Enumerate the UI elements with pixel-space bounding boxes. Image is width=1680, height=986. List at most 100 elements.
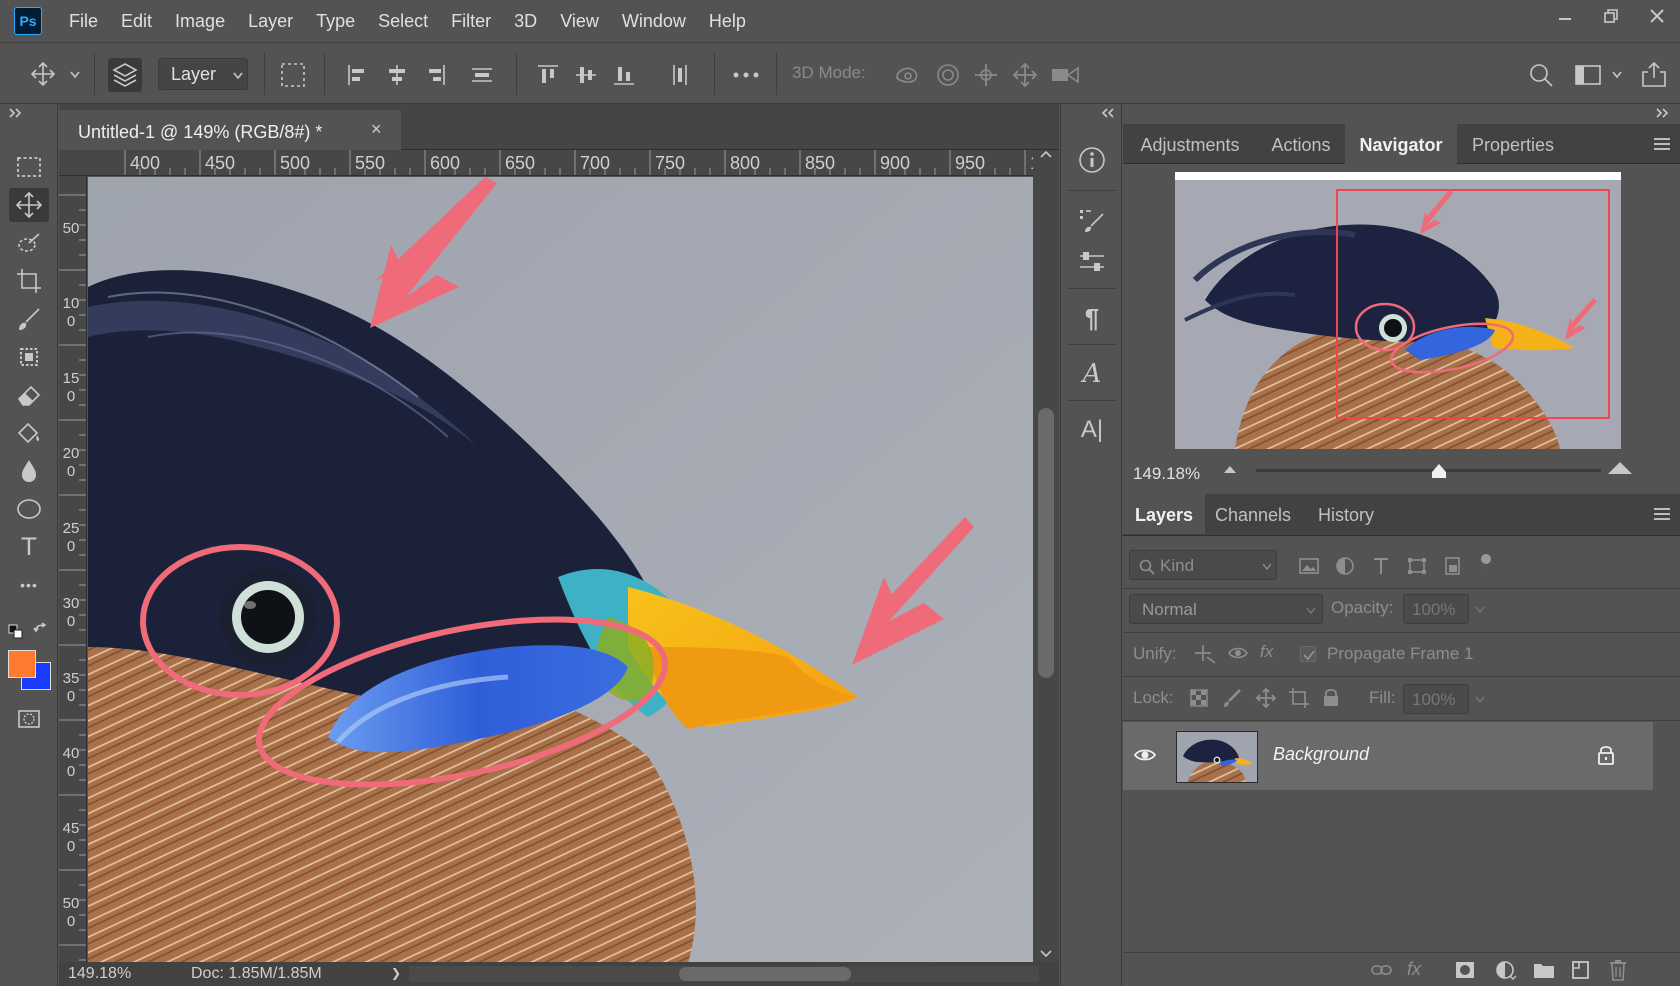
align-horizontal-centers-icon[interactable] bbox=[385, 63, 409, 87]
expand-panel-icon[interactable] bbox=[8, 108, 24, 118]
paragraph-panel-button[interactable]: ¶ bbox=[1072, 298, 1112, 338]
new-layer-icon[interactable] bbox=[1571, 960, 1591, 980]
layer-name[interactable]: Background bbox=[1273, 744, 1369, 765]
tab-navigator[interactable]: Navigator bbox=[1345, 124, 1457, 164]
layer-row-background[interactable]: Background bbox=[1123, 722, 1653, 790]
navigator-zoom-slider[interactable] bbox=[1256, 464, 1601, 478]
scroll-thumb[interactable] bbox=[679, 967, 851, 981]
navigator-zoom-value[interactable]: 149.18% bbox=[1133, 464, 1200, 484]
horizontal-scrollbar[interactable] bbox=[409, 966, 1039, 982]
paint-bucket-tool[interactable] bbox=[9, 416, 49, 450]
move-tool-icon[interactable] bbox=[30, 61, 56, 87]
blur-tool[interactable] bbox=[9, 454, 49, 488]
navigator-preview[interactable] bbox=[1175, 180, 1621, 449]
menu-window[interactable]: Window bbox=[622, 11, 686, 32]
video-camera-icon[interactable] bbox=[1050, 64, 1080, 86]
expand-panel-icon[interactable] bbox=[1655, 108, 1671, 118]
unify-position-icon[interactable] bbox=[1193, 642, 1217, 664]
pan-3d-icon[interactable] bbox=[973, 62, 999, 88]
brush-settings-button[interactable] bbox=[1072, 200, 1112, 240]
chevron-down-icon[interactable] bbox=[70, 71, 80, 79]
scroll-down-icon[interactable] bbox=[1040, 950, 1052, 958]
tab-properties[interactable]: Properties bbox=[1457, 124, 1569, 164]
opacity-field[interactable]: 100% bbox=[1403, 594, 1469, 624]
fill-field[interactable]: 100% bbox=[1403, 684, 1469, 714]
status-menu-arrow-icon[interactable]: ❯ bbox=[391, 966, 401, 980]
align-left-edges-icon[interactable] bbox=[346, 63, 370, 87]
collapse-panel-icon[interactable] bbox=[1101, 108, 1117, 118]
lock-all-icon[interactable] bbox=[1322, 686, 1340, 708]
menu-help[interactable]: Help bbox=[709, 11, 746, 32]
quick-selection-tool[interactable] bbox=[9, 226, 49, 260]
more-options-icon[interactable] bbox=[732, 71, 760, 79]
new-group-icon[interactable] bbox=[1533, 960, 1555, 980]
tab-history[interactable]: History bbox=[1301, 494, 1391, 534]
menu-file[interactable]: File bbox=[69, 11, 98, 32]
panel-menu-icon[interactable] bbox=[1654, 138, 1670, 150]
unify-style-icon[interactable]: fx bbox=[1260, 642, 1273, 662]
distribute-horizontal-icon[interactable] bbox=[668, 63, 692, 87]
move-tool[interactable] bbox=[9, 188, 49, 222]
document-canvas[interactable] bbox=[88, 177, 1033, 963]
layer-lock-icon[interactable] bbox=[1597, 743, 1615, 767]
align-right-edges-icon[interactable] bbox=[423, 63, 447, 87]
tab-actions[interactable]: Actions bbox=[1257, 124, 1345, 164]
chevron-down-icon[interactable] bbox=[1475, 696, 1485, 704]
tab-adjustments[interactable]: Adjustments bbox=[1123, 124, 1257, 164]
align-vertical-centers-icon[interactable] bbox=[574, 63, 598, 87]
align-bottom-edges-icon[interactable] bbox=[612, 63, 636, 87]
brush-tool[interactable] bbox=[9, 302, 49, 336]
menu-image[interactable]: Image bbox=[175, 11, 225, 32]
status-zoom[interactable]: 149.18% bbox=[68, 965, 131, 983]
info-panel-button[interactable] bbox=[1072, 140, 1112, 180]
ellipse-tool[interactable] bbox=[9, 492, 49, 526]
menu-layer[interactable]: Layer bbox=[248, 11, 293, 32]
menu-3d[interactable]: 3D bbox=[514, 11, 537, 32]
restore-button[interactable] bbox=[1588, 0, 1634, 32]
tab-channels[interactable]: Channels bbox=[1205, 494, 1301, 534]
layer-filter-kind-dropdown[interactable]: Kind bbox=[1129, 550, 1277, 580]
quick-mask-button[interactable] bbox=[9, 702, 49, 736]
crop-tool[interactable] bbox=[9, 264, 49, 298]
character-panel-button[interactable]: A bbox=[1072, 354, 1112, 394]
eye-visibility-icon[interactable] bbox=[1133, 746, 1157, 764]
type-tool[interactable]: T bbox=[9, 530, 49, 564]
close-window-button[interactable] bbox=[1634, 0, 1680, 32]
lock-pixels-icon[interactable] bbox=[1222, 688, 1242, 708]
filter-shape-icon[interactable] bbox=[1406, 556, 1428, 576]
menu-filter[interactable]: Filter bbox=[451, 11, 491, 32]
blend-mode-dropdown[interactable]: Normal bbox=[1129, 594, 1323, 624]
propagate-frame-checkbox[interactable] bbox=[1300, 646, 1316, 662]
add-layer-style-icon[interactable]: fx bbox=[1407, 959, 1421, 980]
distribute-vertical-icon[interactable] bbox=[470, 63, 494, 87]
transform-controls-icon[interactable] bbox=[278, 60, 308, 90]
document-tab[interactable]: Untitled-1 @ 149% (RGB/8#) * × bbox=[59, 110, 401, 150]
swap-colors-icon[interactable] bbox=[32, 622, 50, 640]
share-icon[interactable] bbox=[1640, 60, 1668, 88]
auto-select-toggle[interactable] bbox=[108, 58, 142, 92]
filter-smart-object-icon[interactable] bbox=[1442, 556, 1464, 576]
minimize-button[interactable] bbox=[1542, 0, 1588, 32]
menu-edit[interactable]: Edit bbox=[121, 11, 152, 32]
filter-toggle-icon[interactable] bbox=[1479, 552, 1493, 580]
chevron-down-icon[interactable] bbox=[1475, 606, 1485, 614]
vertical-scrollbar[interactable] bbox=[1033, 150, 1059, 962]
align-top-edges-icon[interactable] bbox=[536, 63, 560, 87]
clone-stamp-tool[interactable] bbox=[9, 340, 49, 374]
filter-adjustment-icon[interactable] bbox=[1334, 556, 1356, 576]
roll-3d-icon[interactable] bbox=[935, 62, 961, 88]
auto-select-target-dropdown[interactable]: Layer bbox=[158, 58, 248, 90]
new-adjustment-layer-icon[interactable] bbox=[1495, 960, 1517, 980]
lock-artboard-icon[interactable] bbox=[1288, 687, 1310, 709]
add-mask-icon[interactable] bbox=[1455, 961, 1475, 979]
close-document-icon[interactable]: × bbox=[371, 119, 382, 140]
foreground-color-swatch[interactable] bbox=[8, 650, 36, 678]
search-icon[interactable] bbox=[1528, 62, 1554, 88]
filter-pixel-icon[interactable] bbox=[1298, 556, 1320, 576]
link-layers-icon[interactable] bbox=[1371, 962, 1393, 978]
menu-type[interactable]: Type bbox=[316, 11, 355, 32]
panel-menu-icon[interactable] bbox=[1654, 508, 1670, 520]
eraser-tool[interactable] bbox=[9, 378, 49, 412]
scroll-thumb[interactable] bbox=[1038, 408, 1054, 678]
orbit-3d-icon[interactable] bbox=[893, 62, 921, 88]
